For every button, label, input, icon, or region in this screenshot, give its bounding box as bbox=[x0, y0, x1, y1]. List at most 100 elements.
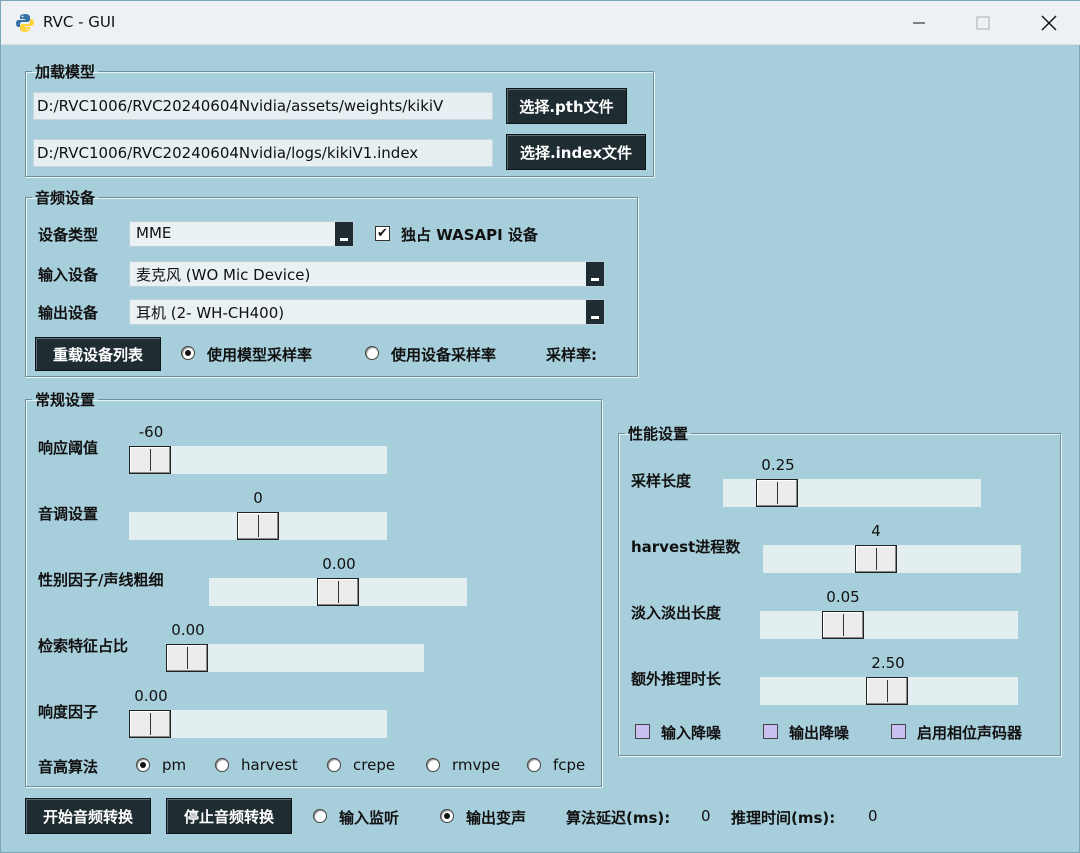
close-button[interactable] bbox=[1019, 1, 1079, 45]
f0-method-label: 音高算法 bbox=[38, 758, 99, 776]
crossfade-value: 0.05 bbox=[826, 588, 860, 606]
pitch-value: 0 bbox=[253, 489, 263, 507]
block-time-value: 0.25 bbox=[761, 456, 795, 474]
output-voice-radio[interactable] bbox=[440, 809, 454, 823]
maximize-button[interactable] bbox=[953, 1, 1013, 45]
f0-fcpe-label: fcpe bbox=[553, 756, 586, 774]
output-device-label: 输出设备 bbox=[38, 304, 99, 322]
exclusive-wasapi-label: 独占 WASAPI 设备 bbox=[401, 226, 538, 244]
delay-value: 0 bbox=[701, 807, 711, 825]
output-device-value: 耳机 (2- WH-CH400) bbox=[136, 304, 285, 322]
slider-handle[interactable] bbox=[855, 545, 897, 573]
harvest-nproc-value: 4 bbox=[871, 522, 881, 540]
output-device-select[interactable]: 耳机 (2- WH-CH400) bbox=[129, 299, 605, 325]
input-denoise-checkbox[interactable] bbox=[635, 724, 650, 739]
threshold-label: 响应阈值 bbox=[38, 439, 99, 457]
rms-slider[interactable] bbox=[129, 710, 387, 738]
slider-handle[interactable] bbox=[237, 512, 279, 540]
f0-rmvpe-label: rmvpe bbox=[452, 756, 501, 774]
exclusive-wasapi-checkbox[interactable]: ✔ bbox=[375, 226, 390, 241]
infer-time-label: 推理时间(ms): bbox=[731, 809, 836, 827]
pth-path-input[interactable]: D:/RVC1006/RVC20240604Nvidia/assets/weig… bbox=[33, 92, 493, 120]
device-type-value: MME bbox=[136, 224, 172, 242]
delay-label: 算法延迟(ms): bbox=[566, 809, 671, 827]
maximize-icon bbox=[976, 16, 990, 30]
phase-vocoder-checkbox[interactable] bbox=[891, 724, 906, 739]
input-device-select[interactable]: 麦克风 (WO Mic Device) bbox=[129, 261, 605, 287]
audio-device-legend: 音频设备 bbox=[35, 189, 96, 207]
slider-handle[interactable] bbox=[129, 710, 171, 738]
formant-label: 性别因子/声线粗细 bbox=[38, 571, 164, 589]
crossfade-label: 淡入淡出长度 bbox=[631, 604, 722, 622]
slider-handle[interactable] bbox=[317, 578, 359, 606]
output-voice-label: 输出变声 bbox=[466, 809, 527, 827]
threshold-slider[interactable] bbox=[129, 446, 387, 474]
extra-time-slider[interactable] bbox=[760, 677, 1018, 705]
harvest-nproc-label: harvest进程数 bbox=[631, 538, 741, 556]
input-monitor-label: 输入监听 bbox=[339, 809, 400, 827]
stop-conversion-button[interactable]: 停止音频转换 bbox=[166, 798, 292, 834]
pitch-slider[interactable] bbox=[129, 512, 387, 540]
input-denoise-label: 输入降噪 bbox=[661, 724, 722, 742]
block-time-label: 采样长度 bbox=[631, 472, 692, 490]
slider-handle[interactable] bbox=[756, 479, 798, 507]
slider-handle[interactable] bbox=[866, 677, 908, 705]
general-settings-legend: 常规设置 bbox=[35, 391, 96, 409]
extra-time-value: 2.50 bbox=[871, 654, 905, 672]
extra-time-label: 额外推理时长 bbox=[631, 670, 722, 688]
f0-fcpe-radio[interactable] bbox=[527, 758, 541, 772]
threshold-value: -60 bbox=[138, 423, 164, 441]
slider-handle[interactable] bbox=[129, 446, 171, 474]
crossfade-slider[interactable] bbox=[760, 611, 1018, 639]
use-model-sr-label: 使用模型采样率 bbox=[207, 346, 313, 364]
rms-value: 0.00 bbox=[134, 687, 168, 705]
f0-harvest-radio[interactable] bbox=[215, 758, 229, 772]
device-type-select[interactable]: MME bbox=[129, 221, 354, 247]
f0-pm-label: pm bbox=[162, 756, 187, 774]
minimize-button[interactable] bbox=[889, 1, 949, 45]
reload-devices-button[interactable]: 重载设备列表 bbox=[35, 337, 161, 371]
index-rate-label: 检索特征占比 bbox=[38, 637, 129, 655]
input-monitor-radio[interactable] bbox=[313, 809, 327, 823]
f0-crepe-radio[interactable] bbox=[327, 758, 341, 772]
infer-time-value: 0 bbox=[868, 807, 878, 825]
use-device-sr-label: 使用设备采样率 bbox=[391, 346, 497, 364]
chevron-down-icon bbox=[586, 300, 604, 324]
use-model-sr-radio[interactable] bbox=[181, 346, 195, 360]
select-index-button[interactable]: 选择.index文件 bbox=[506, 134, 646, 170]
minimize-icon bbox=[913, 22, 925, 24]
harvest-nproc-slider[interactable] bbox=[763, 545, 1021, 573]
app-window: RVC - GUI 加载模型 D:/RVC1006/RVC20240604Nvi… bbox=[0, 0, 1080, 853]
index-path-input[interactable]: D:/RVC1006/RVC20240604Nvidia/logs/kikiV1… bbox=[33, 139, 493, 167]
device-type-label: 设备类型 bbox=[38, 226, 99, 244]
input-device-value: 麦克风 (WO Mic Device) bbox=[136, 266, 311, 284]
performance-settings-legend: 性能设置 bbox=[628, 425, 689, 443]
index-rate-slider[interactable] bbox=[166, 644, 424, 672]
f0-pm-radio[interactable] bbox=[136, 758, 150, 772]
output-denoise-label: 输出降噪 bbox=[789, 724, 850, 742]
title-bar[interactable]: RVC - GUI bbox=[1, 1, 1080, 45]
pitch-label: 音调设置 bbox=[38, 505, 99, 523]
start-conversion-button[interactable]: 开始音频转换 bbox=[25, 798, 151, 834]
python-icon bbox=[16, 14, 34, 32]
output-denoise-checkbox[interactable] bbox=[763, 724, 778, 739]
index-rate-value: 0.00 bbox=[171, 621, 205, 639]
use-device-sr-radio[interactable] bbox=[365, 346, 379, 360]
sample-rate-label: 采样率: bbox=[546, 346, 597, 364]
chevron-down-icon bbox=[335, 222, 353, 246]
formant-slider[interactable] bbox=[209, 578, 467, 606]
f0-rmvpe-radio[interactable] bbox=[426, 758, 440, 772]
phase-vocoder-label: 启用相位声码器 bbox=[917, 724, 1023, 742]
formant-value: 0.00 bbox=[322, 555, 356, 573]
input-device-label: 输入设备 bbox=[38, 266, 99, 284]
f0-crepe-label: crepe bbox=[353, 756, 396, 774]
slider-handle[interactable] bbox=[166, 644, 208, 672]
chevron-down-icon bbox=[586, 262, 604, 286]
select-pth-button[interactable]: 选择.pth文件 bbox=[506, 88, 627, 124]
load-model-legend: 加载模型 bbox=[35, 63, 96, 81]
slider-handle[interactable] bbox=[822, 611, 864, 639]
rms-label: 响度因子 bbox=[38, 703, 99, 721]
window-title: RVC - GUI bbox=[43, 13, 116, 31]
block-time-slider[interactable] bbox=[723, 479, 981, 507]
close-icon bbox=[1041, 15, 1057, 31]
